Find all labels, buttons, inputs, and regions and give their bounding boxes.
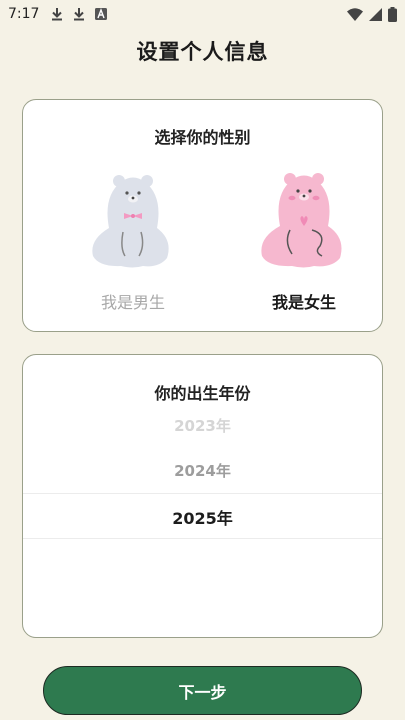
download-icon (52, 8, 63, 21)
notification-icons (51, 7, 108, 21)
male-bear-icon (92, 175, 169, 268)
picker-divider-top (23, 493, 382, 494)
year-option-2024[interactable]: 2024年 (23, 460, 382, 481)
gender-option-male[interactable]: 我是男生 (68, 168, 198, 318)
battery-icon (388, 6, 397, 22)
download-icon (74, 8, 85, 21)
system-icons (347, 6, 397, 22)
female-bear-icon (261, 173, 342, 268)
gender-card: 选择你的性别 我是男生 我是女生 (22, 99, 383, 332)
birth-year-heading: 你的出生年份 (154, 384, 251, 403)
gender-heading: 选择你的性别 (154, 128, 251, 147)
gender-label-female: 我是女生 (271, 293, 336, 312)
picker-divider-bottom (23, 538, 382, 539)
year-picker[interactable]: 2023年 2024年 2025年 (23, 403, 382, 603)
page-title: 设置个人信息 (136, 40, 269, 64)
wifi-icon (347, 7, 363, 21)
year-option-2023[interactable]: 2023年 (23, 415, 382, 436)
gender-option-female[interactable]: 我是女生 (239, 168, 369, 318)
font-a-icon (95, 8, 108, 20)
gender-label-male: 我是男生 (100, 293, 165, 312)
cellular-signal-icon (369, 7, 382, 21)
status-time: 7:17 (8, 6, 40, 22)
year-option-selected[interactable]: 2025年 (23, 505, 382, 529)
status-bar: 7:17 (0, 0, 405, 28)
next-button[interactable]: 下一步 (43, 666, 362, 715)
birth-year-card: 你的出生年份 2023年 2024年 2025年 (22, 354, 383, 638)
